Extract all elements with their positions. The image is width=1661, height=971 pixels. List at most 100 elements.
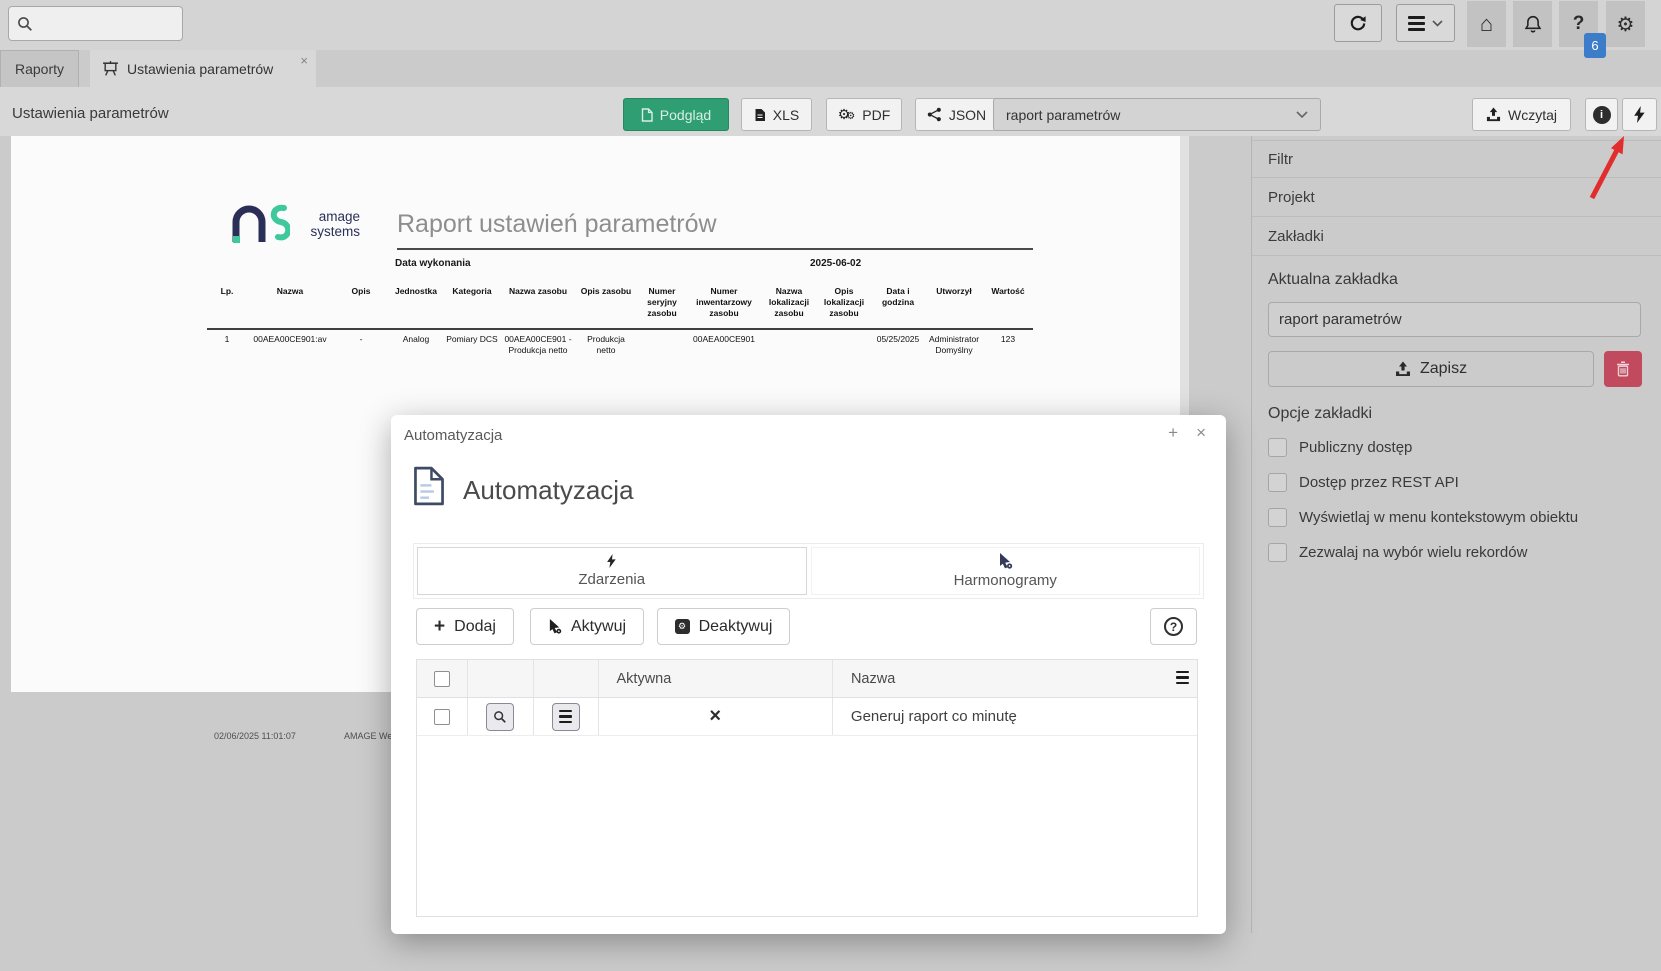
question-icon: ? <box>1573 13 1585 35</box>
upload-icon <box>1486 107 1501 122</box>
search-icon <box>17 16 33 32</box>
info-button[interactable]: i <box>1585 98 1618 131</box>
report-col: Utworzył <box>925 286 983 319</box>
logo-line1: amage <box>296 210 360 225</box>
report-col: Nazwa <box>247 286 333 319</box>
refresh-button[interactable] <box>1334 4 1382 42</box>
schedules-table: Aktywna Nazwa × Generuj raport co minutę <box>416 659 1198 917</box>
question-circle-icon: ? <box>1164 617 1183 636</box>
tab-harmonogramy[interactable]: Harmonogramy <box>811 547 1201 595</box>
search-input[interactable] <box>39 16 174 32</box>
plus-icon: + <box>434 617 445 636</box>
report-cell: 1 <box>207 334 247 356</box>
table-header-row: Aktywna Nazwa <box>417 660 1197 698</box>
upload-icon <box>1395 361 1411 377</box>
gears-icon: ⚙⚙ <box>838 107 852 122</box>
automation-lightning-button[interactable] <box>1622 98 1657 131</box>
report-select[interactable]: raport parametrów <box>993 98 1321 131</box>
row-details-button[interactable] <box>486 703 514 731</box>
col-aktywna-header[interactable]: Aktywna <box>599 660 833 697</box>
home-icon: ⌂ <box>1480 11 1493 37</box>
add-label: Dodaj <box>454 618 496 636</box>
section-bookmarks-label: Zakładki <box>1268 228 1324 245</box>
xls-button[interactable]: XLS <box>741 98 812 131</box>
automation-dialog: Automatyzacja + × Automatyzacja Zdarzeni… <box>391 415 1226 934</box>
schedule-name: Generuj raport co minutę <box>851 708 1017 725</box>
report-column-headers: Lp. Nazwa Opis Jednostka Kategoria Nazwa… <box>207 286 1033 319</box>
inactive-x-icon: × <box>709 705 721 728</box>
select-all-checkbox[interactable] <box>434 671 450 687</box>
report-col: Opis zasobu <box>575 286 637 319</box>
sidebar-section-bookmarks[interactable]: Zakładki <box>1252 218 1661 256</box>
section-filter-label: Filtr <box>1268 151 1293 168</box>
tab-raporty-label: Raporty <box>15 61 64 77</box>
tab-close-icon[interactable]: × <box>300 53 308 68</box>
option-label: Publiczny dostęp <box>1299 439 1412 456</box>
current-bookmark-heading: Aktualna zakładka <box>1268 271 1398 289</box>
lightning-icon <box>607 554 616 568</box>
main-menu-button[interactable] <box>1396 4 1455 42</box>
json-button[interactable]: JSON <box>915 98 998 131</box>
bookmark-name-input[interactable] <box>1268 302 1641 337</box>
bell-icon <box>1524 15 1542 34</box>
report-header-rule <box>207 328 1033 330</box>
lightning-icon <box>1634 106 1645 123</box>
report-col: Nazwa zasobu <box>501 286 575 319</box>
chevron-down-icon <box>1296 111 1308 119</box>
table-row[interactable]: × Generuj raport co minutę <box>417 698 1197 736</box>
top-header: ⌂ ? ⚙ 6 <box>0 0 1661 50</box>
report-col: Lp. <box>207 286 247 319</box>
load-button[interactable]: Wczytaj <box>1472 98 1571 131</box>
report-col: Opis <box>333 286 389 319</box>
preview-button[interactable]: Podgląd <box>623 98 729 131</box>
delete-bookmark-button[interactable] <box>1604 351 1642 387</box>
report-cell: Administrator Domyślny <box>925 334 983 356</box>
presentation-board-icon <box>102 60 119 77</box>
table-menu-icon[interactable] <box>1176 671 1189 684</box>
save-bookmark-button[interactable]: Zapisz <box>1268 351 1594 387</box>
option-context-menu[interactable]: Wyświetlaj w menu kontekstowym obiektu <box>1268 506 1578 528</box>
report-cell: Analog <box>389 334 443 356</box>
notification-count-badge[interactable]: 6 <box>1584 33 1606 58</box>
maximize-icon[interactable]: + <box>1168 423 1178 443</box>
file-xls-icon <box>754 108 766 122</box>
report-col: Kategoria <box>443 286 501 319</box>
xls-label: XLS <box>773 107 799 123</box>
settings-button[interactable]: ⚙ <box>1606 1 1645 47</box>
report-cell: 05/25/2025 <box>871 334 925 356</box>
notifications-button[interactable] <box>1513 1 1552 47</box>
tab-zdarzenia[interactable]: Zdarzenia <box>417 547 807 595</box>
checkbox[interactable] <box>1268 438 1287 457</box>
col-nazwa-header[interactable]: Nazwa <box>833 660 1197 697</box>
option-rest-api[interactable]: Dostęp przez REST API <box>1268 471 1459 493</box>
checkbox[interactable] <box>1268 508 1287 527</box>
deactivate-button[interactable]: ⚙ Deaktywuj <box>657 608 790 645</box>
tab-ustawienia-parametrow[interactable]: Ustawienia parametrów × <box>90 50 316 87</box>
help-button[interactable]: ? <box>1150 608 1197 645</box>
bookmark-options-heading: Opcje zakładki <box>1268 405 1372 423</box>
cursor-gear-icon <box>548 619 562 634</box>
hamburger-icon <box>559 710 572 723</box>
row-checkbox[interactable] <box>434 709 450 725</box>
tab-harmonogramy-label: Harmonogramy <box>954 572 1057 589</box>
activate-button[interactable]: Aktywuj <box>530 608 644 645</box>
document-icon <box>413 465 445 507</box>
home-button[interactable]: ⌂ <box>1467 1 1506 47</box>
row-menu-button[interactable] <box>552 703 580 731</box>
option-public-access[interactable]: Publiczny dostęp <box>1268 436 1412 458</box>
option-multi-select[interactable]: Zezwalaj na wybór wielu rekordów <box>1268 541 1527 563</box>
pdf-button[interactable]: ⚙⚙ PDF <box>826 98 902 131</box>
checkbox[interactable] <box>1268 473 1287 492</box>
global-search[interactable] <box>8 6 183 41</box>
checkbox[interactable] <box>1268 543 1287 562</box>
close-icon[interactable]: × <box>1196 423 1206 443</box>
report-title: Raport ustawień parametrów <box>397 210 1033 250</box>
add-button[interactable]: + Dodaj <box>416 608 514 645</box>
report-col: Opis lokalizacji zasobu <box>817 286 871 319</box>
report-footer-timestamp: 02/06/2025 11:01:07 <box>214 731 296 741</box>
dialog-tabbar: Zdarzenia Harmonogramy <box>413 543 1204 599</box>
option-label: Zezwalaj na wybór wielu rekordów <box>1299 544 1527 561</box>
save-label: Zapisz <box>1420 360 1467 378</box>
tab-raporty[interactable]: Raporty <box>0 50 79 87</box>
trash-icon <box>1616 361 1630 377</box>
